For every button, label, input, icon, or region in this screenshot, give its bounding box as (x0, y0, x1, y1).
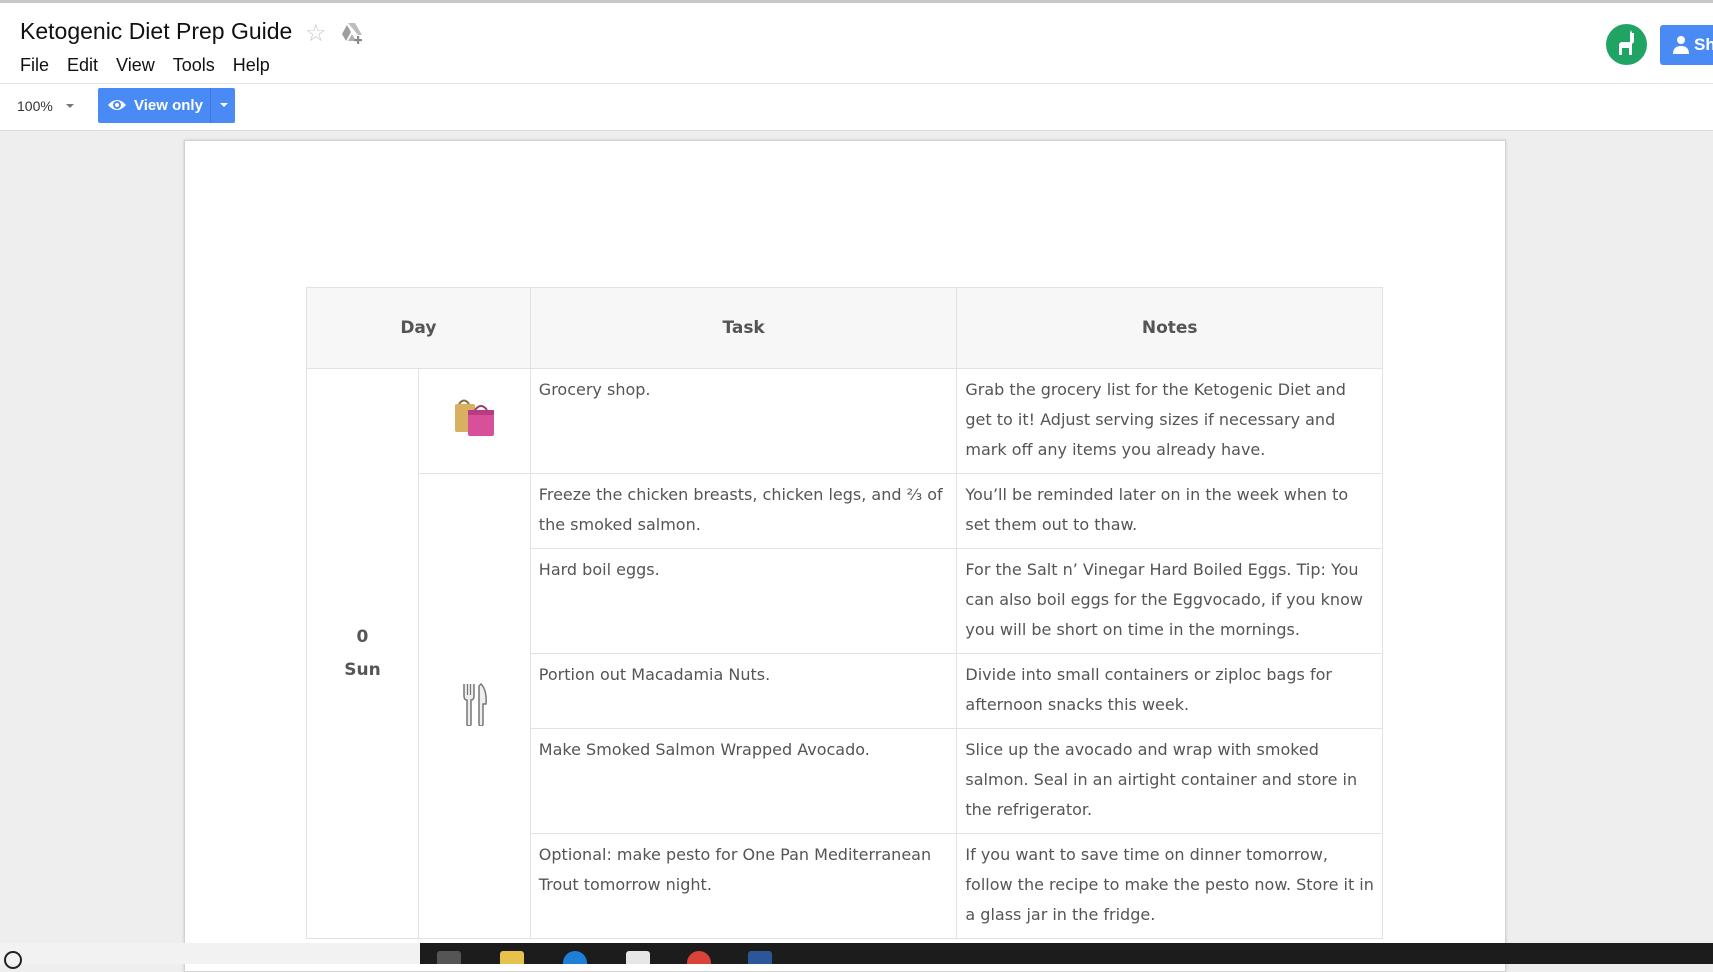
view-only-label: View only (134, 97, 203, 114)
menu-edit[interactable]: Edit (67, 55, 98, 75)
menu-view[interactable]: View (116, 55, 155, 75)
icon-cell (417, 368, 531, 474)
llama-avatar-icon (1619, 30, 1634, 55)
day-name: Sun (344, 659, 381, 680)
header-task: Task (529, 287, 958, 369)
menu-file[interactable]: File (20, 55, 49, 75)
toolbar: 100% View only (0, 84, 1713, 131)
shopping-bags-icon (455, 399, 495, 436)
user-avatar[interactable] (1606, 24, 1647, 65)
taskbar-search-box[interactable] (0, 943, 420, 969)
prep-table: Day Task Notes 0 Sun Grocery shop. Grab … (306, 287, 1383, 939)
table-row: 0 Sun Grocery shop. Grab the grocery lis… (306, 368, 1383, 939)
task-cell: Portion out Macadamia Nuts. (529, 653, 958, 729)
person-icon (1673, 36, 1689, 54)
day-number: 0 (356, 626, 369, 647)
notes-cell: Divide into small containers or ziploc b… (956, 653, 1383, 729)
menu-tools[interactable]: Tools (173, 55, 215, 75)
menu-bar: File Edit View Tools Help (20, 55, 288, 76)
eye-icon (108, 100, 126, 110)
task-cell: Hard boil eggs. (529, 548, 958, 654)
zoom-select[interactable]: 100% (17, 98, 53, 114)
cortana-icon (4, 951, 22, 969)
chevron-down-icon[interactable] (66, 104, 74, 108)
notes-cell: Grab the grocery list for the Ketogenic … (956, 368, 1383, 474)
notes-cell: You’ll be reminded later on in the week … (956, 473, 1383, 549)
table-row: Freeze the chicken breasts, chicken legs… (307, 473, 1383, 939)
task-cell: Freeze the chicken breasts, chicken legs… (529, 473, 958, 549)
store-icon[interactable] (626, 951, 650, 964)
chevron-down-icon[interactable] (220, 103, 228, 107)
share-button-label: Sh (1694, 35, 1713, 54)
share-button[interactable]: Sh (1660, 25, 1713, 65)
table-header-row: Day Task Notes (306, 287, 1383, 369)
notes-cell: Slice up the avocado and wrap with smoke… (956, 728, 1383, 834)
notes-cell: If you want to save time on dinner tomor… (956, 833, 1383, 939)
view-only-button[interactable]: View only (98, 88, 235, 123)
edge-icon[interactable] (563, 951, 587, 964)
document-page: Day Task Notes 0 Sun Grocery shop. Grab … (184, 140, 1506, 972)
chrome-icon[interactable] (687, 951, 711, 964)
word-icon[interactable] (748, 951, 772, 964)
day-cell: 0 Sun (306, 368, 419, 939)
header-day: Day (306, 287, 531, 369)
file-explorer-icon[interactable] (500, 951, 524, 964)
document-title[interactable]: Ketogenic Diet Prep Guide (20, 18, 292, 45)
notes-cell: For the Salt n’ Vinegar Hard Boiled Eggs… (956, 548, 1383, 654)
menu-help[interactable]: Help (233, 55, 270, 75)
task-cell: Optional: make pesto for One Pan Mediter… (529, 833, 958, 939)
task-view-icon[interactable] (437, 951, 461, 964)
icon-cell (417, 473, 531, 939)
docs-header: Ketogenic Diet Prep Guide ☆ File Edit View… (0, 3, 1713, 84)
task-cell: Grocery shop. (529, 368, 958, 474)
button-divider (210, 88, 211, 123)
header-notes: Notes (956, 287, 1383, 369)
os-taskbar (0, 943, 1713, 969)
add-to-drive-icon[interactable] (340, 22, 364, 44)
fork-and-knife-icon (463, 682, 488, 727)
star-icon[interactable]: ☆ (305, 19, 327, 48)
task-cell: Make Smoked Salmon Wrapped Avocado. (529, 728, 958, 834)
